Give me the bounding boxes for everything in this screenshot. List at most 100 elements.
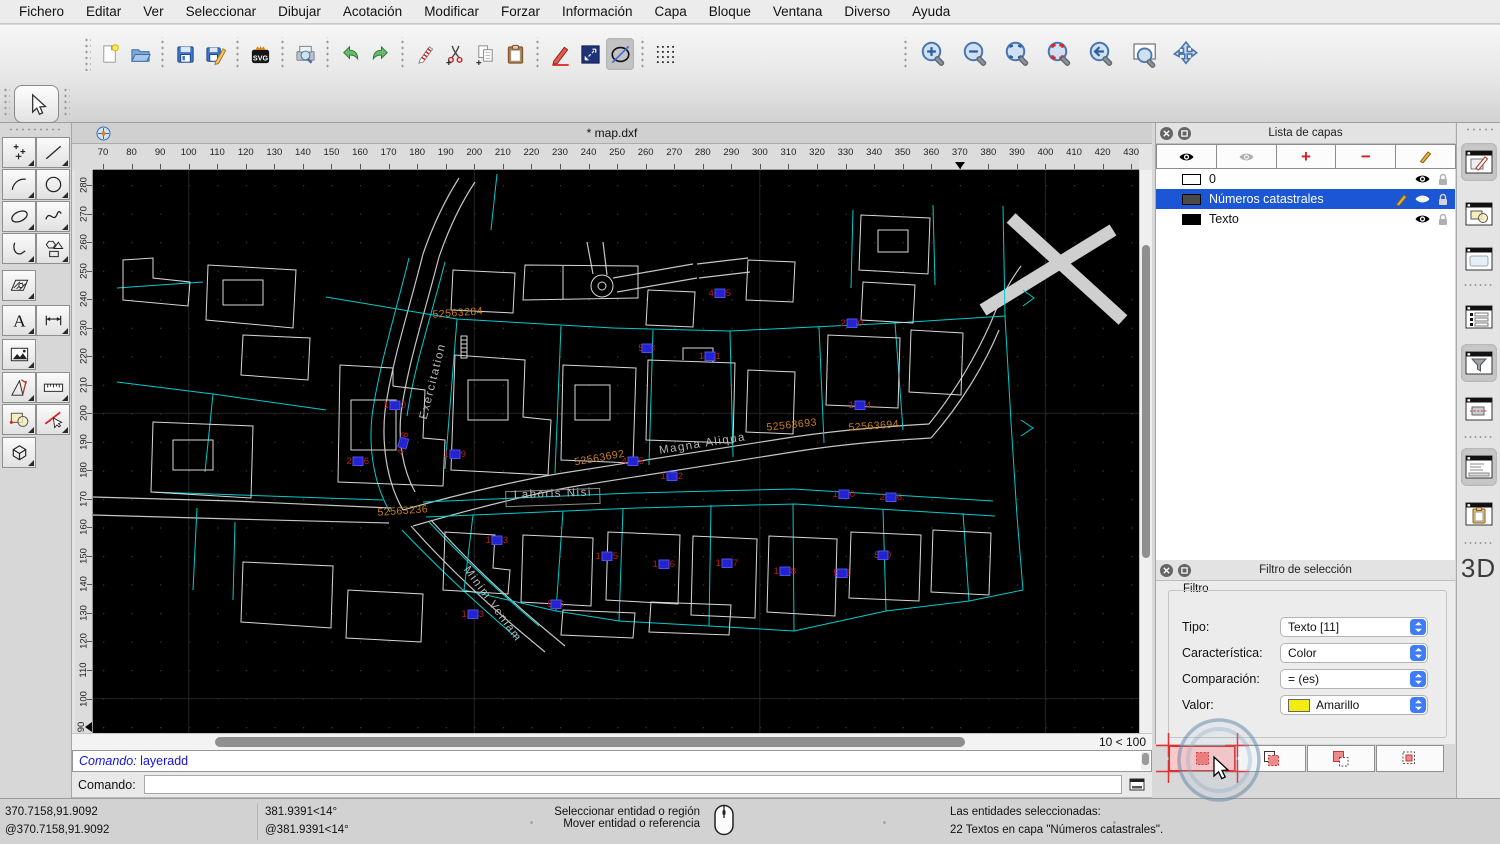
print-preview-button[interactable]: [291, 38, 319, 70]
toolbar-handle[interactable]: [84, 37, 91, 71]
menu-acotacion[interactable]: Acotación: [332, 4, 413, 19]
close-panel-icon[interactable]: [1160, 126, 1173, 140]
copy-button[interactable]: [471, 38, 499, 70]
image-tool-button[interactable]: [2, 339, 36, 370]
layer-add-button[interactable]: +: [1275, 144, 1337, 169]
polyline-tool-button[interactable]: [2, 233, 36, 264]
menu-modificar[interactable]: Modificar: [413, 4, 490, 19]
history-scrollbar[interactable]: [1141, 752, 1150, 770]
dropdown-stepper-icon[interactable]: [1410, 619, 1426, 635]
points-tool-button[interactable]: [2, 137, 36, 168]
block-list-panel-toggle[interactable]: [1461, 195, 1497, 233]
zoom-out-button[interactable]: [956, 36, 996, 72]
filter-dropdown[interactable]: = (es): [1280, 669, 1428, 689]
command-input[interactable]: [143, 775, 1122, 794]
vertical-scrollbar[interactable]: [1139, 170, 1152, 733]
menu-editar[interactable]: Editar: [75, 4, 132, 19]
dimension-tool-button[interactable]: [36, 305, 70, 336]
layer-list-panel-toggle[interactable]: [1461, 143, 1497, 181]
filter-dropdown[interactable]: Color: [1280, 643, 1428, 663]
intersect-selection-button[interactable]: [1375, 745, 1444, 772]
selection-filter-panel-toggle[interactable]: [1461, 344, 1497, 382]
menu-ver[interactable]: Ver: [132, 4, 174, 19]
palette-handle[interactable]: [8, 127, 64, 133]
menu-forzar[interactable]: Forzar: [490, 4, 551, 19]
library-browser-panel-toggle[interactable]: [1461, 240, 1497, 278]
zoom-previous-button[interactable]: [1082, 36, 1122, 72]
shapes-tool-button[interactable]: [36, 233, 70, 264]
box3d-tool-button[interactable]: [2, 437, 36, 468]
open-file-button[interactable]: [126, 38, 154, 70]
layer-row[interactable]: 0: [1156, 169, 1455, 189]
menu-informacion[interactable]: Información: [551, 4, 644, 19]
modify-tool-button[interactable]: [2, 404, 36, 435]
ellipse-tool-button[interactable]: [2, 201, 36, 232]
save-file-as-button[interactable]: [201, 38, 229, 70]
spline-tool-button[interactable]: [36, 201, 70, 232]
new-file-button[interactable]: [96, 38, 124, 70]
zoom-in-button[interactable]: [914, 36, 954, 72]
layer-edit-button[interactable]: [1395, 144, 1456, 169]
clipboard-panel-toggle[interactable]: [1461, 495, 1497, 533]
command-options-button[interactable]: [1126, 775, 1148, 794]
layer-lock-icon[interactable]: [1437, 193, 1449, 206]
toolbar-handle[interactable]: [63, 87, 70, 119]
menu-dibujar[interactable]: Dibujar: [267, 4, 332, 19]
layer-visibility-icon[interactable]: [1414, 193, 1431, 205]
line-tool-button[interactable]: [36, 137, 70, 168]
dropdown-stepper-icon[interactable]: [1410, 671, 1426, 687]
command-line-panel-toggle[interactable]: [1461, 448, 1497, 486]
menu-fichero[interactable]: Fichero: [8, 4, 75, 19]
save-file-button[interactable]: [171, 38, 199, 70]
zoom-auto-button[interactable]: [998, 36, 1038, 72]
drafting-tool-button[interactable]: [2, 372, 36, 403]
cut-button[interactable]: [441, 38, 469, 70]
paste-button[interactable]: [501, 38, 529, 70]
hide-all-eye-button[interactable]: [1215, 144, 1277, 169]
add-to-selection-button[interactable]: [1237, 745, 1306, 772]
detach-panel-icon[interactable]: [1178, 563, 1191, 577]
property-editor-panel-toggle[interactable]: [1461, 298, 1497, 336]
svg-export-button[interactable]: SVG: [246, 38, 274, 70]
vertical-scrollbar-thumb[interactable]: [1142, 245, 1150, 558]
dropdown-stepper-icon[interactable]: [1410, 697, 1426, 713]
menu-capa[interactable]: Capa: [644, 4, 698, 19]
layer-visibility-icon[interactable]: [1414, 213, 1431, 225]
grid-snap-button[interactable]: [651, 38, 679, 70]
filter-dropdown[interactable]: Amarillo: [1280, 695, 1428, 715]
pencil-button[interactable]: [546, 38, 574, 70]
select-matching-button[interactable]: [1168, 745, 1237, 772]
dropdown-stepper-icon[interactable]: [1410, 645, 1426, 661]
layer-edit-icon[interactable]: [1395, 193, 1408, 206]
menu-seleccionar[interactable]: Seleccionar: [175, 4, 268, 19]
detach-panel-icon[interactable]: [1178, 126, 1191, 140]
text-tool-button[interactable]: A: [2, 305, 36, 336]
deselect-all-button[interactable]: [606, 38, 634, 70]
remove-from-selection-button[interactable]: [1306, 745, 1375, 772]
eraser-button[interactable]: [411, 38, 439, 70]
redo-button[interactable]: [366, 38, 394, 70]
menu-ayuda[interactable]: Ayuda: [901, 4, 961, 19]
polyline-panel-toggle[interactable]: [1461, 390, 1497, 428]
menu-diverso[interactable]: Diverso: [833, 4, 901, 19]
menu-ventana[interactable]: Ventana: [762, 4, 834, 19]
selection-tool-button[interactable]: [14, 85, 59, 123]
close-panel-icon[interactable]: [1160, 563, 1173, 577]
measure-tool-button[interactable]: [36, 372, 70, 403]
drawing-canvas[interactable]: Exercitation Magna Aliqua Laboris Nisi Mini…: [92, 170, 1139, 733]
hatch-tool-button[interactable]: [2, 270, 36, 301]
line-properties-button[interactable]: [576, 38, 604, 70]
layer-remove-button[interactable]: −: [1335, 144, 1397, 169]
layer-row[interactable]: Números catastrales: [1156, 189, 1455, 209]
layer-lock-icon[interactable]: [1437, 173, 1449, 186]
pan-button[interactable]: [1166, 36, 1206, 72]
zoom-selection-button[interactable]: [1040, 36, 1080, 72]
dock-handle[interactable]: [1465, 127, 1493, 133]
menu-bloque[interactable]: Bloque: [698, 4, 762, 19]
history-scrollbar-thumb[interactable]: [1142, 753, 1149, 765]
arc-tool-button[interactable]: [2, 169, 36, 200]
show-all-eye-button[interactable]: [1156, 144, 1217, 169]
toolbar-handle[interactable]: [3, 87, 10, 119]
horizontal-scrollbar-thumb[interactable]: [215, 737, 965, 747]
circle-tool-button[interactable]: [36, 169, 70, 200]
